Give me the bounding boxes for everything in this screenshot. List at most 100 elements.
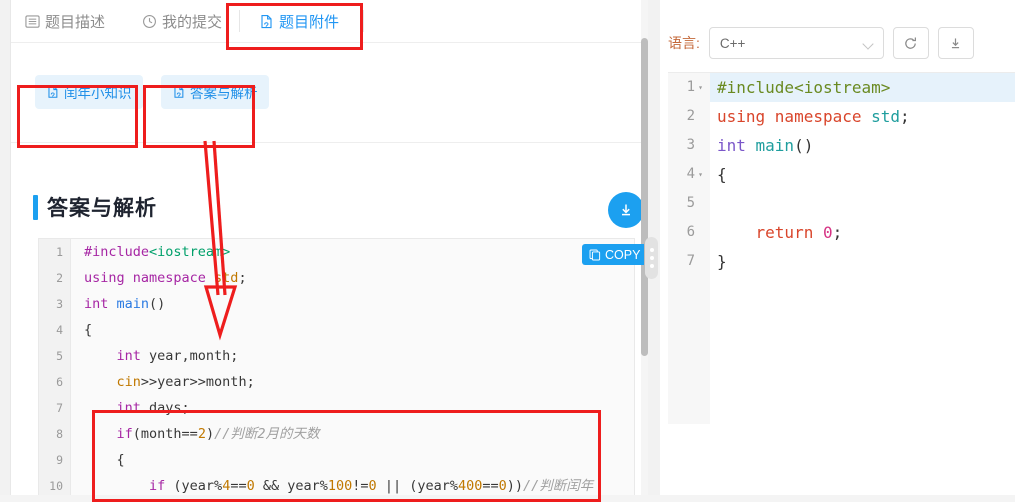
- code-token: 2: [197, 426, 206, 442]
- code-line-number: 9: [56, 453, 63, 467]
- code-editor[interactable]: 1 ▾ 2 3 4 ▾ 5 6 7 #include<iostream> using namesp…: [668, 72, 1015, 424]
- code-line-number: 6: [56, 375, 63, 389]
- list-document-icon: [25, 14, 40, 29]
- editor-line-number-value: 2: [686, 108, 695, 124]
- code-token: ;: [238, 270, 247, 286]
- editor-line-number-value: 3: [686, 137, 695, 153]
- code-line: cin>>year>>month;: [72, 369, 634, 395]
- editor-line-number: 1 ▾: [668, 73, 710, 102]
- file-icon: [172, 85, 186, 99]
- refresh-icon: [903, 36, 918, 51]
- splitter-dot: [649, 264, 654, 268]
- code-token: !=: [352, 478, 369, 494]
- copy-code-button[interactable]: COPY: [582, 244, 644, 265]
- editor-content[interactable]: #include<iostream> using namespace std; in…: [710, 73, 1015, 276]
- tab-label: 题目附件: [279, 13, 340, 31]
- code-token: (): [794, 136, 814, 155]
- code-line-number: 8: [56, 427, 63, 441]
- code-token: year,month;: [140, 348, 239, 364]
- code-line: {: [72, 447, 634, 473]
- code-token: (month==: [132, 426, 198, 442]
- code-token: int: [717, 136, 756, 155]
- attachment-button-answer-analysis[interactable]: 答案与解析: [161, 75, 269, 109]
- code-line: int main(): [72, 291, 634, 317]
- attachment-label: 答案与解析: [190, 86, 258, 101]
- editor-line-number: 3: [668, 131, 710, 160]
- code-line: using namespace std;: [72, 265, 634, 291]
- section-accent-bar: [33, 194, 38, 220]
- code-token: (year%: [165, 478, 223, 494]
- attachment-button-leap-year-tips[interactable]: 闰年小知识: [35, 75, 143, 109]
- code-token: cin: [84, 374, 141, 390]
- code-token: 0: [498, 478, 507, 494]
- answer-code-block: 1 2 3 4 5 6 7 8 9 10 #include<iostream> using name…: [38, 238, 635, 502]
- download-attachment-button[interactable]: [608, 192, 644, 228]
- splitter-dot: [649, 248, 654, 252]
- tab-divider-right: [363, 10, 364, 32]
- download-icon: [617, 201, 635, 219]
- code-token: && year%: [254, 478, 328, 494]
- editor-line: {: [710, 160, 1015, 189]
- tab-divider-left: [239, 10, 240, 32]
- panel-splitter-handle[interactable]: [645, 237, 658, 279]
- chevron-down-icon: [862, 38, 874, 50]
- code-token: return: [717, 223, 823, 242]
- copy-icon: [589, 249, 601, 261]
- editor-line: int main(): [710, 131, 1015, 160]
- editor-line-number-value: 5: [686, 195, 695, 211]
- attachment-label: 闰年小知识: [64, 86, 132, 101]
- code-token: >>year>>month;: [140, 374, 255, 390]
- editor-line-number: 2: [668, 102, 710, 131]
- editor-line: }: [710, 247, 1015, 276]
- tab-my-submissions[interactable]: 我的提交: [142, 0, 222, 42]
- bottom-strip: [0, 495, 1015, 502]
- language-select[interactable]: C++: [708, 27, 884, 59]
- tab-problem-description[interactable]: 题目描述: [25, 0, 105, 42]
- code-token: ==: [230, 478, 247, 494]
- editor-line-number-value: 7: [686, 253, 695, 269]
- code-token: 400: [457, 478, 483, 494]
- code-fold-icon[interactable]: ▾: [695, 73, 706, 102]
- reset-code-button[interactable]: [892, 27, 929, 59]
- tab-label: 我的提交: [162, 13, 223, 31]
- section-header: 答案与解析: [33, 192, 157, 222]
- download-icon: [948, 36, 963, 51]
- code-token: {: [717, 165, 727, 184]
- code-line-number: 5: [56, 349, 63, 363]
- language-label: 语言:: [668, 35, 700, 51]
- code-line: int days;: [72, 395, 634, 421]
- code-line-number: 4: [56, 323, 63, 337]
- copy-label: COPY: [605, 247, 641, 262]
- code-token: ): [205, 426, 215, 442]
- code-line-number: 3: [56, 297, 63, 311]
- code-token: #include<iostream>: [717, 78, 891, 97]
- code-content[interactable]: #include<iostream> using namespace std; in…: [72, 239, 634, 499]
- scrollbar-thumb[interactable]: [641, 38, 648, 356]
- code-token: int: [84, 348, 141, 364]
- editor-line-numbers: 1 ▾ 2 3 4 ▾ 5 6 7: [668, 73, 710, 424]
- editor-line-number: 7: [668, 247, 710, 276]
- editor-line: using namespace std;: [710, 102, 1015, 131]
- code-token: }: [717, 252, 727, 271]
- code-token: )): [506, 478, 524, 494]
- code-line: int year,month;: [72, 343, 634, 369]
- tab-problem-attachments[interactable]: 题目附件: [259, 0, 339, 42]
- editor-line-number: 6: [668, 218, 710, 247]
- tab-bar: 题目描述 我的提交 题目附件: [11, 0, 644, 43]
- code-token: || (year%: [376, 478, 458, 494]
- code-token: #include: [84, 244, 150, 260]
- code-token: days;: [140, 400, 190, 416]
- editor-line-number-value: 4: [686, 166, 695, 182]
- code-token: if: [84, 478, 166, 494]
- code-token: std: [214, 270, 239, 286]
- editor-line: return 0;: [710, 218, 1015, 247]
- code-fold-icon[interactable]: ▾: [695, 160, 706, 189]
- download-code-button[interactable]: [937, 27, 974, 59]
- code-token: 0: [246, 478, 255, 494]
- code-token: main: [755, 136, 795, 155]
- language-selected-value: C++: [719, 35, 746, 51]
- code-line: #include<iostream>: [72, 239, 634, 265]
- code-line-number: 1: [56, 245, 63, 259]
- app-root: 题目描述 我的提交 题目附件 闰年小知识 答案与解析 答案与解析 1 2 3 4…: [0, 0, 1015, 502]
